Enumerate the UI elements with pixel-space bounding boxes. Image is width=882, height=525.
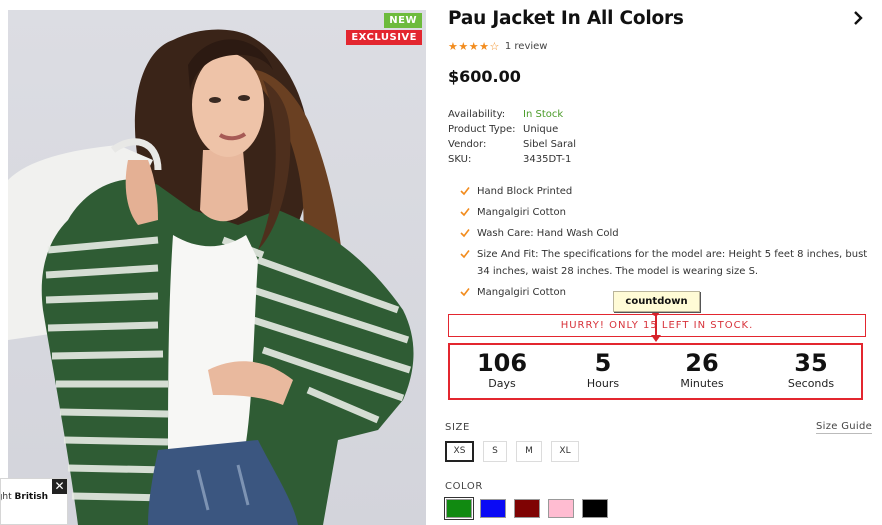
checkmark-icon	[460, 229, 470, 238]
color-swatch-blue[interactable]	[480, 499, 506, 518]
rating[interactable]: ★ ★ ★ ★ ☆ 1 review	[448, 39, 548, 53]
product-title: Pau Jacket In All Colors	[448, 8, 684, 29]
list-item: Hand Block Printed	[460, 183, 870, 200]
list-item: Mangalgiri Cotton	[460, 204, 870, 221]
model-photo	[8, 29, 414, 525]
star-empty-icon: ☆	[489, 39, 500, 53]
countdown-timer: 106 Days 5 Hours 26 Minutes 35 Seconds	[448, 343, 863, 400]
product-price: $600.00	[448, 67, 521, 86]
size-guide-link[interactable]: Size Guide	[816, 421, 873, 434]
star-filled-icon: ★	[448, 39, 458, 53]
list-item: Size And Fit: The specifications for the…	[460, 246, 870, 280]
color-swatch-black[interactable]	[582, 499, 608, 518]
star-filled-icon: ★	[479, 39, 489, 53]
star-filled-icon: ★	[468, 39, 479, 53]
countdown-hours: 5 Hours	[586, 349, 620, 390]
size-option-xs[interactable]: XS	[445, 441, 474, 462]
meta-availability: Availability: In Stock	[448, 109, 564, 120]
meta-vendor: Vendor: Sibel Saral	[448, 139, 577, 150]
product-image[interactable]: NEW EXCLUSIVE	[8, 10, 426, 525]
list-item: Wash Care: Hand Wash Cold	[460, 225, 870, 242]
checkmark-icon	[460, 250, 470, 259]
countdown-minutes: 26 Minutes	[680, 349, 724, 390]
color-swatch-green[interactable]	[444, 497, 474, 520]
stock-warning: HURRY! ONLY 15 LEFT IN STOCK.	[448, 314, 866, 337]
size-option-s[interactable]: S	[483, 441, 507, 462]
size-option-xl[interactable]: XL	[551, 441, 579, 462]
checkmark-icon	[460, 187, 470, 196]
color-swatch-pink[interactable]	[548, 499, 574, 518]
checkmark-icon	[460, 208, 470, 217]
product-meta: Availability: In Stock Product Type: Uni…	[448, 107, 576, 167]
color-label: COLOR	[445, 481, 483, 492]
annotation-arrow-icon	[651, 335, 661, 342]
feature-list: Hand Block Printed Mangalgiri Cotton Was…	[460, 183, 870, 305]
close-icon[interactable]: ✕	[52, 479, 67, 494]
meta-sku: SKU: 3435DT-1	[448, 154, 572, 165]
countdown-days: 106 Days	[476, 349, 528, 390]
star-filled-icon: ★	[458, 39, 469, 53]
availability-status: In Stock	[523, 109, 564, 120]
meta-product-type: Product Type: Unique	[448, 124, 559, 135]
checkmark-icon	[460, 288, 470, 297]
review-count[interactable]: 1 review	[505, 41, 548, 52]
exclusive-badge: EXCLUSIVE	[346, 30, 422, 45]
new-badge: NEW	[384, 13, 422, 28]
size-label: SIZE	[445, 422, 470, 433]
color-options	[444, 497, 616, 520]
color-swatch-maroon[interactable]	[514, 499, 540, 518]
chevron-right-icon[interactable]	[850, 10, 866, 26]
popup-text: ught British	[1, 492, 49, 502]
countdown-seconds: 35 Seconds	[787, 349, 835, 390]
annotation-label: countdown	[613, 291, 700, 312]
size-option-m[interactable]: M	[516, 441, 542, 462]
size-options: XS S M XL	[445, 441, 588, 462]
